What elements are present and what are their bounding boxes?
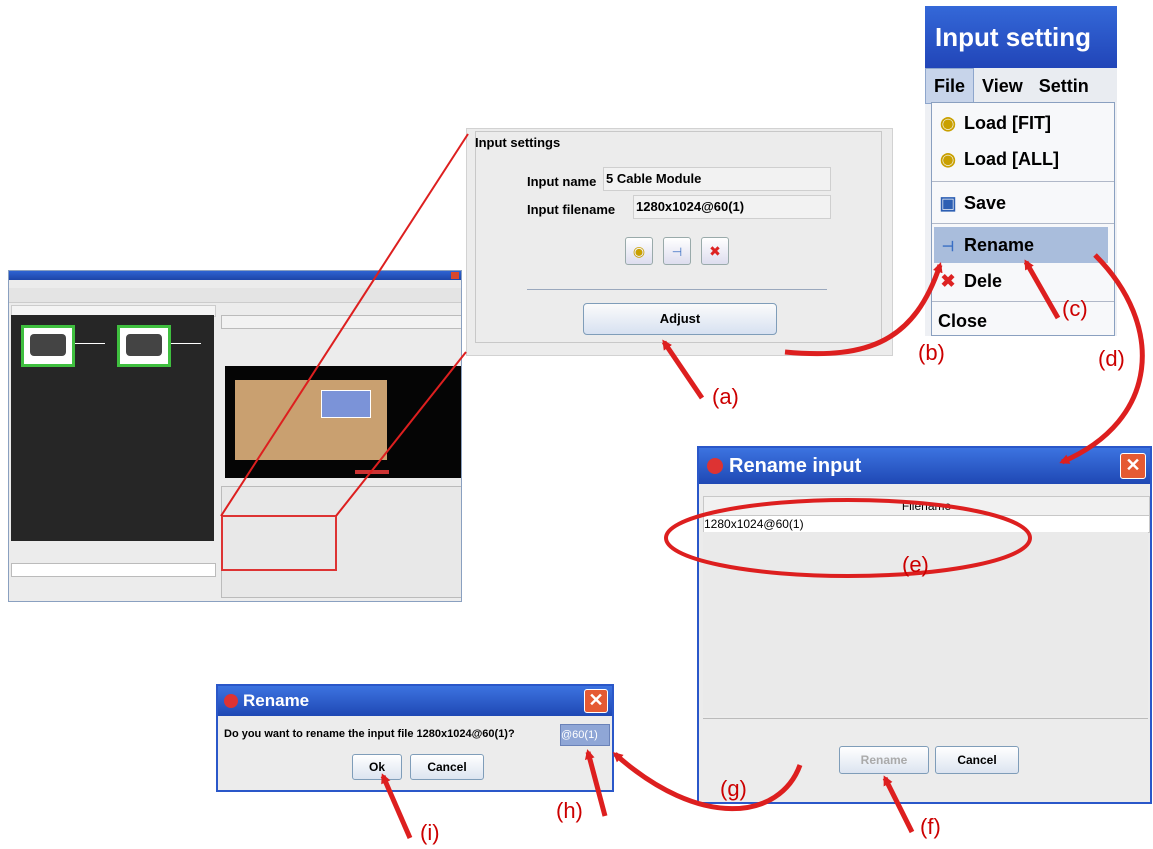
filename-column-header: Filename — [703, 496, 1150, 516]
input-name-field[interactable]: 5 Cable Module — [603, 167, 831, 191]
divider — [527, 289, 827, 290]
annotation-label-a: (a) — [712, 384, 739, 409]
file-menu-panel: Input setting File View Settin ◉ Load [FIT]… — [925, 6, 1117, 336]
divider — [703, 718, 1148, 719]
thumbnail-layout-area — [11, 315, 214, 541]
annotation-label-f: (f) — [920, 814, 941, 839]
menu-item-rename[interactable]: ⊣ Rename — [934, 227, 1108, 263]
input-settings-panel: Input settings Input name 5 Cable Module… — [466, 128, 893, 356]
annotation-label-d: (d) — [1098, 346, 1125, 371]
delete-icon: ✖ — [940, 271, 956, 291]
input-settings-title: Input settings — [475, 135, 561, 150]
new-name-field[interactable]: @60(1) — [560, 724, 610, 746]
thumbnail-menubar — [9, 280, 461, 288]
load-button[interactable]: ◉ — [625, 237, 653, 265]
annotation-label-b: (b) — [918, 340, 945, 365]
rename-button[interactable]: Rename — [839, 746, 929, 774]
annotation-label-c: (c) — [1062, 296, 1088, 321]
dialog-title: Rename — [243, 691, 310, 710]
input-name-label: Input name — [527, 174, 597, 189]
rename-icon: ⊣ — [671, 245, 683, 259]
projector-icon — [117, 325, 171, 367]
input-filename-label: Input filename — [527, 202, 616, 217]
adjust-button[interactable]: Adjust — [583, 303, 777, 335]
confirm-message: Do you want to rename the input file 128… — [224, 728, 515, 740]
dialog-title: Rename input — [729, 455, 862, 477]
menu-item-load-all[interactable]: ◉ Load [ALL] — [938, 141, 1059, 177]
rename-input-dialog: Rename input ✕ Filename 1280x1024@60(1) … — [697, 446, 1152, 804]
annotation-label-e: (e) — [902, 552, 929, 577]
menu-item-delete[interactable]: ✖ Dele — [938, 263, 1002, 299]
folder-icon: ◉ — [632, 243, 646, 259]
close-icon[interactable]: ✕ — [584, 689, 608, 713]
menu-file[interactable]: File — [925, 68, 975, 104]
menubar: File View Settin — [925, 68, 1117, 104]
filename-cell[interactable]: 1280x1024@60(1) — [703, 515, 1150, 533]
menu-item-save[interactable]: ▣ Save — [938, 185, 1006, 221]
annotation-label-i: (i) — [420, 820, 440, 845]
thumbnail-toolbar — [9, 288, 461, 303]
thumbnail-tabs — [221, 315, 461, 329]
rename-confirm-dialog: Rename ✕ Do you want to rename the input… — [216, 684, 614, 792]
menu-item-load-fit[interactable]: ◉ Load [FIT] — [938, 105, 1051, 141]
app-icon — [224, 694, 238, 708]
rename-icon: ⊣ — [941, 238, 955, 254]
dialog-titlebar: Rename input ✕ — [699, 448, 1150, 484]
annotation-label-h: (h) — [556, 798, 583, 823]
cancel-button[interactable]: Cancel — [410, 754, 484, 780]
projector-icon — [21, 325, 75, 367]
floppy-icon: ▣ — [939, 193, 957, 213]
annotation-label-g: (g) — [720, 776, 747, 801]
menu-view[interactable]: View — [974, 69, 1031, 103]
folder-icon: ◉ — [940, 113, 956, 133]
window-title: Input setting — [925, 6, 1117, 68]
delete-icon: ✖ — [709, 243, 721, 259]
ok-button[interactable]: Ok — [352, 754, 402, 780]
rename-button[interactable]: ⊣ — [663, 237, 691, 265]
menu-settings[interactable]: Settin — [1031, 69, 1097, 103]
dialog-titlebar: Rename ✕ — [218, 686, 612, 716]
close-icon[interactable]: ✕ — [1120, 453, 1146, 479]
thumbnail-canvas — [225, 366, 461, 478]
thumbnail-status — [11, 563, 216, 577]
thumbnail-titlebar — [9, 271, 461, 280]
cancel-button[interactable]: Cancel — [935, 746, 1019, 774]
delete-button[interactable]: ✖ — [701, 237, 729, 265]
folder-icon: ◉ — [940, 149, 956, 169]
input-filename-field[interactable]: 1280x1024@60(1) — [633, 195, 831, 219]
highlight-box — [221, 515, 337, 571]
app-icon — [707, 458, 723, 474]
menu-item-close[interactable]: Close — [938, 303, 987, 336]
